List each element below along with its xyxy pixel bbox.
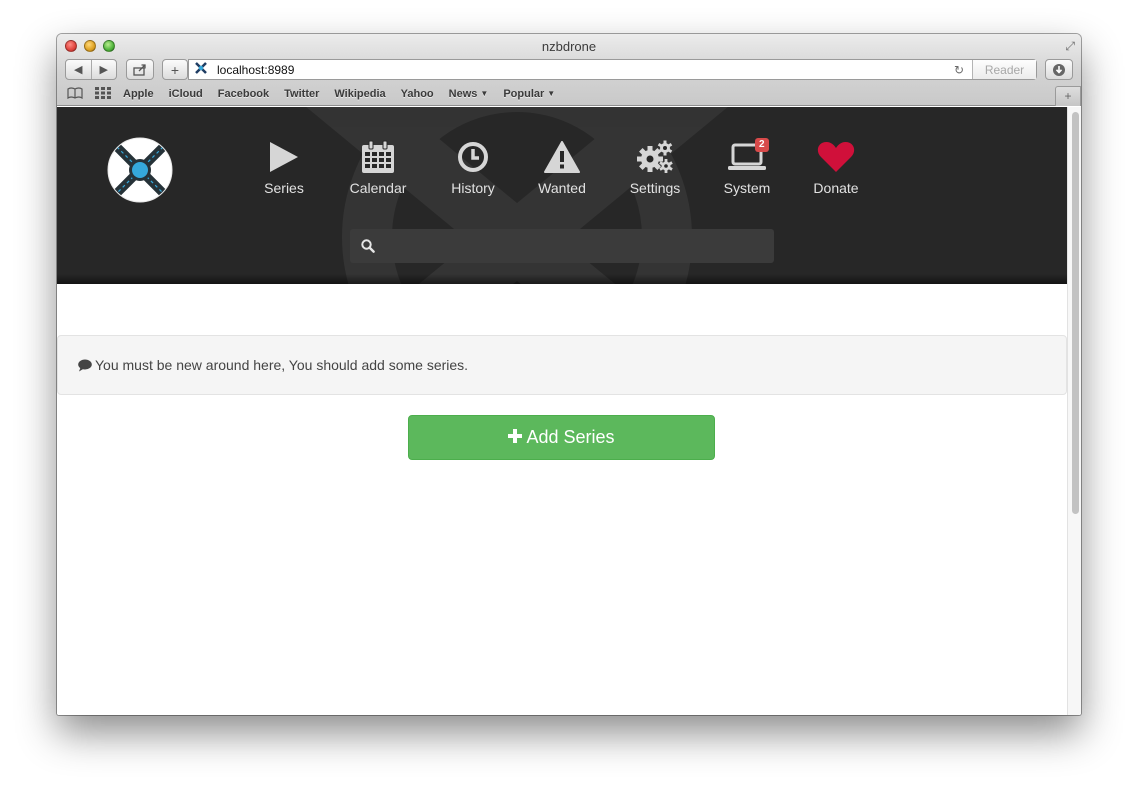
header-shadow	[57, 274, 1067, 284]
download-icon	[1053, 63, 1065, 76]
top-sites-icon[interactable]	[95, 86, 111, 102]
series-search	[350, 229, 774, 263]
chevron-down-icon: ▼	[480, 89, 489, 98]
bookmark-facebook[interactable]: Facebook	[218, 88, 269, 100]
scrollbar-thumb[interactable]	[1072, 112, 1079, 514]
heart-icon	[796, 137, 876, 177]
bookmark-icloud[interactable]: iCloud	[169, 88, 203, 100]
nav-settings-label: Settings	[629, 180, 681, 196]
search-icon	[361, 239, 375, 253]
nav-settings[interactable]: Settings	[615, 137, 695, 196]
url-text[interactable]: localhost:8989	[217, 63, 954, 77]
bookmark-news[interactable]: News ▼	[449, 88, 489, 100]
nav-donate-label: Donate	[813, 180, 859, 196]
bookmark-apple[interactable]: Apple	[123, 88, 154, 100]
system-notification-badge: 2	[755, 138, 769, 152]
bookmarks-bar: Apple iCloud Facebook Twitter Wikipedia …	[67, 86, 570, 102]
reload-icon[interactable]: ↻	[954, 63, 964, 77]
address-bar[interactable]: localhost:8989 ↻ Reader	[188, 59, 1037, 80]
play-icon	[244, 137, 324, 177]
nav-system[interactable]: 2 System	[707, 137, 787, 196]
calendar-icon	[338, 137, 418, 177]
back-forward-buttons: ◀ ▶	[65, 59, 117, 80]
bookmark-news-label: News	[448, 88, 478, 100]
clock-icon	[433, 137, 513, 177]
alert-message: You must be new around here, You should …	[95, 357, 469, 373]
bookmark-yahoo[interactable]: Yahoo	[401, 88, 434, 100]
nav-series[interactable]: Series	[244, 137, 324, 196]
comment-icon	[78, 359, 92, 372]
page-content: Series Calendar History Wanted Settings …	[57, 107, 1067, 715]
gears-icon	[615, 137, 695, 177]
titlebar: nzbdrone ⤢ ◀ ▶ + localhost:8989 ↻ Reader	[57, 34, 1081, 106]
window-title: nzbdrone	[541, 39, 597, 54]
nav-donate[interactable]: Donate	[796, 137, 876, 196]
browser-window: nzbdrone ⤢ ◀ ▶ + localhost:8989 ↻ Reader	[57, 34, 1081, 715]
add-bookmark-button[interactable]: +	[162, 59, 188, 80]
vertical-scrollbar[interactable]	[1067, 107, 1081, 715]
nav-calendar[interactable]: Calendar	[338, 137, 418, 196]
chevron-down-icon: ▼	[547, 89, 556, 98]
bookmark-twitter[interactable]: Twitter	[284, 88, 319, 100]
nav-history-label: History	[451, 180, 495, 196]
add-series-button[interactable]: Add Series	[408, 415, 715, 460]
reading-list-icon[interactable]	[67, 86, 83, 102]
downloads-button[interactable]	[1045, 59, 1073, 80]
share-button[interactable]	[126, 59, 154, 80]
share-icon	[133, 63, 146, 76]
fullscreen-icon[interactable]: ⤢	[1065, 39, 1075, 54]
add-series-label: Add Series	[526, 427, 615, 447]
nav-series-label: Series	[264, 180, 304, 196]
new-tab-button[interactable]: +	[1055, 86, 1081, 106]
nav-wanted[interactable]: Wanted	[522, 137, 602, 196]
nav-history[interactable]: History	[433, 137, 513, 196]
empty-library-alert: You must be new around here, You should …	[57, 335, 1067, 395]
plus-icon	[508, 426, 523, 449]
site-favicon-icon	[195, 62, 209, 77]
forward-button[interactable]: ▶	[92, 63, 117, 76]
bookmark-popular-label: Popular	[503, 88, 545, 100]
reader-button[interactable]: Reader	[972, 60, 1036, 79]
search-input[interactable]	[382, 229, 762, 263]
warning-icon	[522, 137, 602, 177]
nav-system-label: System	[723, 180, 771, 196]
main-nav: Series Calendar History Wanted Settings …	[57, 137, 1067, 207]
bookmark-popular[interactable]: Popular ▼	[503, 88, 555, 100]
nav-wanted-label: Wanted	[538, 180, 586, 196]
back-button[interactable]: ◀	[66, 63, 91, 76]
laptop-icon	[707, 137, 787, 177]
bookmark-wikipedia[interactable]: Wikipedia	[334, 88, 385, 100]
app-header: Series Calendar History Wanted Settings …	[57, 107, 1067, 284]
nav-calendar-label: Calendar	[349, 180, 407, 196]
